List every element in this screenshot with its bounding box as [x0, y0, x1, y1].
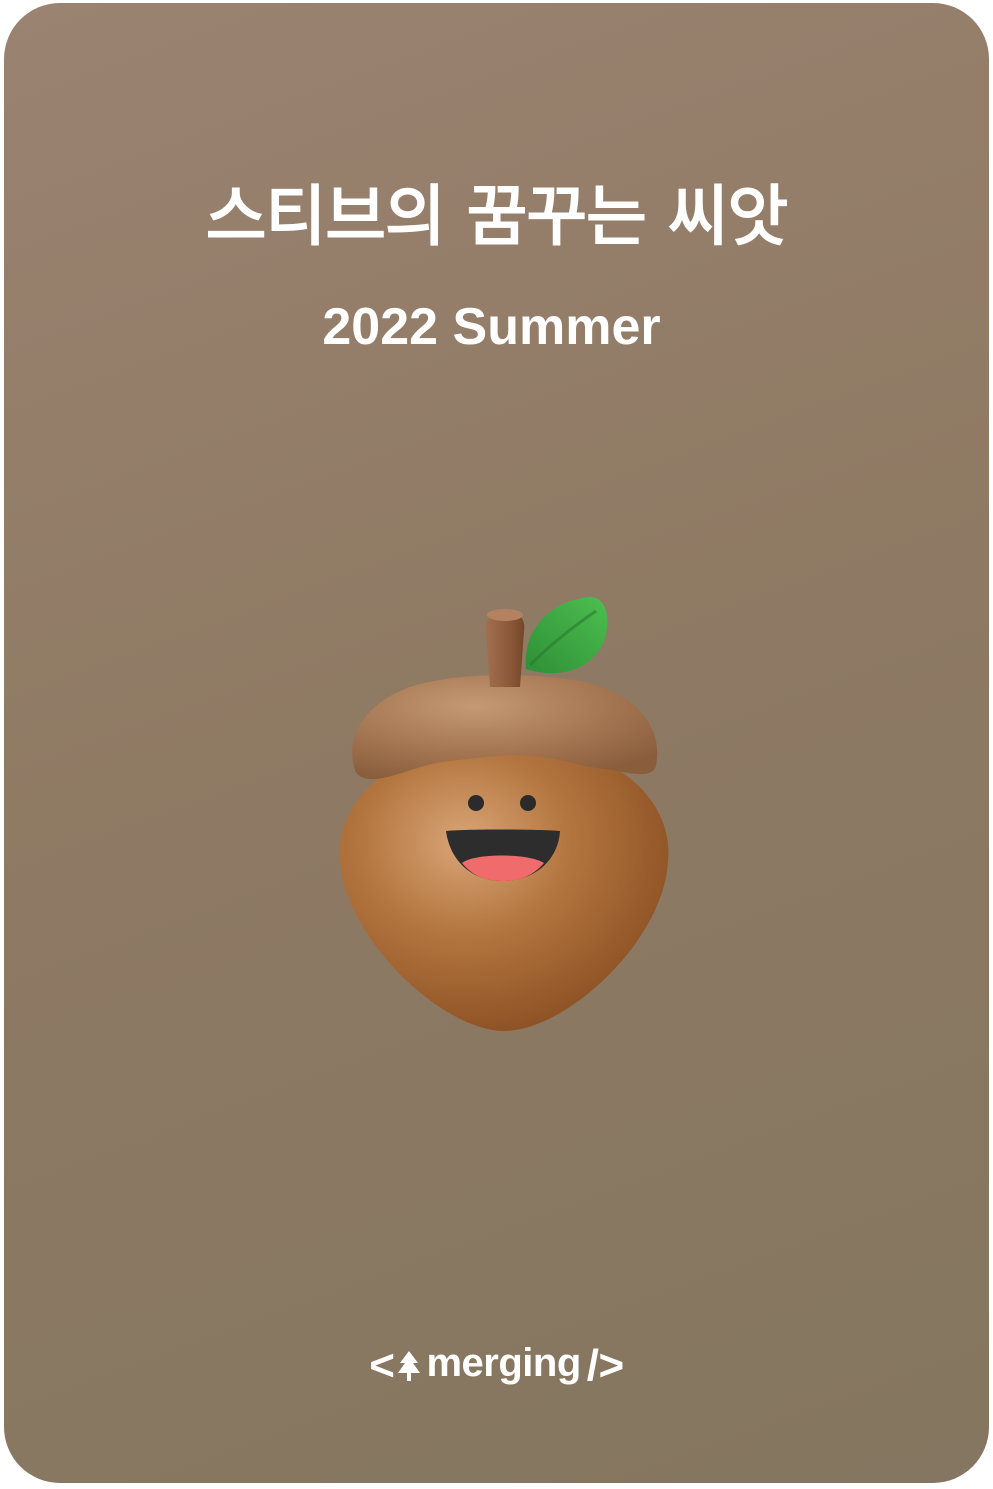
right-eye [520, 795, 536, 811]
acorn-stem [485, 611, 525, 687]
card: 스티브의 꿈꾸는 씨앗 2022 Summer < merging /> [4, 3, 989, 1483]
leaf-icon [525, 596, 608, 674]
merging-logo: < merging /> [4, 1343, 989, 1389]
left-eye [468, 795, 484, 811]
acorn-body [339, 741, 669, 1031]
tree-icon [398, 1351, 421, 1381]
card-subtitle: 2022 Summer [322, 298, 661, 356]
logo-text: merging [426, 1341, 581, 1385]
logo-close-bracket: /> [586, 1341, 624, 1390]
card-title: 스티브의 꿈꾸는 씨앗 [205, 178, 788, 255]
logo-open-bracket: < [369, 1341, 395, 1390]
acorn-illustration [339, 596, 669, 1031]
